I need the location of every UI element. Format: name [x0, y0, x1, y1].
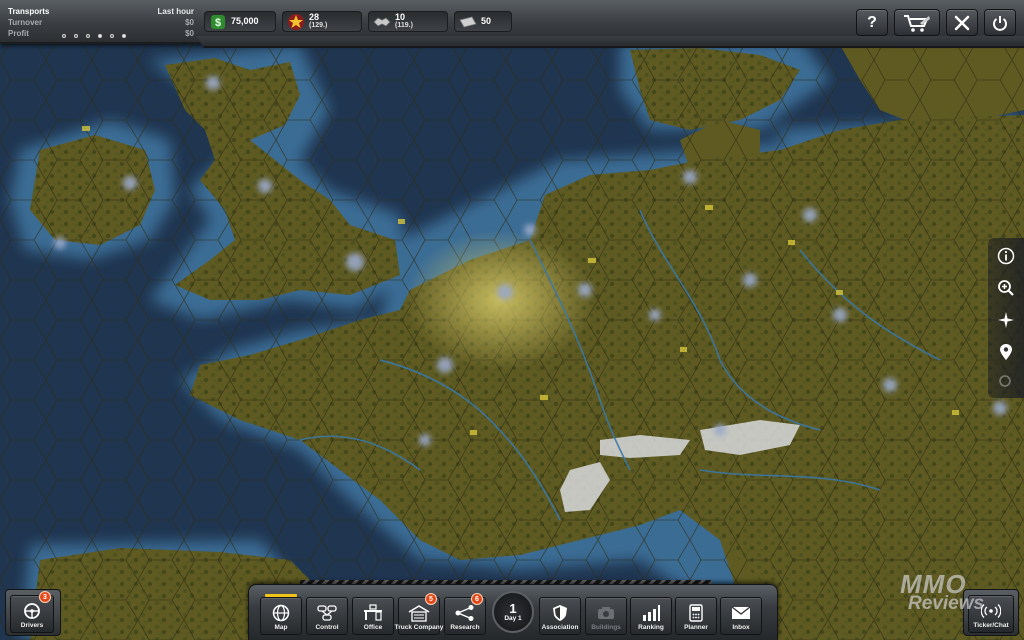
zoom-in-icon [998, 280, 1014, 296]
pager-dot[interactable] [62, 34, 66, 38]
pager-dot[interactable] [74, 34, 78, 38]
steering-wheel-icon [20, 602, 44, 620]
turnover-value: $0 [185, 18, 194, 27]
share-icon [453, 604, 477, 622]
nav-label: Inbox [732, 624, 750, 631]
dollar-icon: $ [209, 13, 227, 31]
nav-label: Association [541, 624, 579, 631]
info-button[interactable] [993, 243, 1019, 269]
reputation-value: 28 [309, 12, 320, 22]
desk-icon [361, 604, 385, 622]
turnover-label: Turnover [8, 18, 43, 27]
nav-office[interactable]: Office [352, 597, 394, 635]
mmo-reviews-watermark: MMO Reviews [900, 569, 1010, 624]
settings-button[interactable] [946, 9, 978, 36]
transports-panel[interactable]: Transports Last hour Turnover $0 Profit … [8, 6, 194, 46]
truck-company-badge: 5 [425, 593, 437, 605]
logout-button[interactable] [984, 9, 1016, 36]
nav-label: Planner [684, 624, 708, 631]
nav-control[interactable]: Control [306, 597, 348, 635]
center-button[interactable] [993, 307, 1019, 333]
map-tools [988, 238, 1024, 398]
drivers-badge: 3 [39, 591, 51, 603]
nav-label: Control [315, 624, 339, 631]
help-button[interactable]: ? [856, 9, 888, 36]
money-value: 75,000 [231, 16, 259, 26]
nav-label: Truck Company [394, 624, 444, 631]
shield-icon [548, 604, 572, 622]
nav-map[interactable]: Map [260, 594, 302, 635]
game-screen: Transports Last hour Turnover $0 Profit … [0, 0, 1024, 640]
handshake-icon [373, 13, 391, 31]
shop-button[interactable] [894, 9, 940, 36]
nav-research[interactable]: 6 Research [444, 593, 486, 635]
question-icon: ? [867, 13, 877, 31]
top-hud-edge [196, 36, 1024, 48]
nav-buildings[interactable]: Buildings [585, 597, 627, 635]
watermark-line2: Reviews [908, 593, 985, 614]
transports-period: Last hour [157, 7, 194, 16]
network-icon [315, 604, 339, 622]
globe-icon [269, 604, 293, 622]
calculator-icon [684, 604, 708, 622]
zoom-button[interactable] [993, 275, 1019, 301]
pager-dot[interactable] [86, 34, 90, 38]
company-rank: (119.) [395, 22, 413, 29]
envelope-icon [729, 604, 753, 622]
nav-label: Map [274, 624, 288, 631]
reputation-stat[interactable]: 28 (129.) [282, 11, 362, 32]
clock-number: 1 [509, 600, 517, 616]
transports-title: Transports [8, 7, 50, 16]
power-icon [993, 15, 1007, 31]
nav-association[interactable]: Association [539, 597, 581, 635]
nav-truck-company[interactable]: 5 Truck Company [395, 593, 443, 635]
watermark-line1: MMO [900, 569, 967, 599]
nav-label: Ranking [638, 624, 664, 631]
pager-dot[interactable] [110, 34, 114, 38]
nav-label: Research [450, 624, 480, 631]
nav-label: Buildings [591, 624, 621, 631]
compass-icon [998, 312, 1014, 328]
tools-icon [954, 15, 970, 30]
pager-dot-active[interactable] [98, 34, 102, 38]
location-button[interactable] [993, 339, 1019, 365]
camera-icon [594, 604, 618, 622]
transports-pager[interactable] [62, 34, 126, 38]
star-icon [287, 13, 305, 31]
drivers-label: Drivers [20, 622, 44, 629]
clock-day: Day 1 [504, 614, 522, 622]
reputation-rank: (129.) [309, 22, 328, 29]
day-clock[interactable]: 1 Day 1 [492, 591, 534, 633]
search-button[interactable] [993, 369, 1019, 395]
profit-value: $0 [185, 29, 194, 38]
search-icon [999, 375, 1011, 387]
info-icon [997, 247, 1015, 265]
svg-text:$: $ [215, 17, 221, 29]
fuel-ticket-icon [459, 13, 477, 31]
company-stat[interactable]: 10 (119.) [368, 11, 448, 32]
bars-icon [639, 604, 663, 622]
fuel-stat[interactable]: 50 [454, 11, 512, 32]
company-value: 10 [395, 12, 406, 22]
europe-map[interactable] [0, 0, 1024, 640]
nav-ranking[interactable]: Ranking [630, 597, 672, 635]
map-pin-icon [1000, 344, 1012, 360]
nav-planner[interactable]: Planner [675, 597, 717, 635]
fuel-value: 50 [481, 16, 492, 26]
nav-inbox[interactable]: Inbox [720, 597, 762, 635]
garage-icon [407, 604, 431, 622]
pager-dot-active[interactable] [122, 34, 126, 38]
transports-header: Transports Last hour [8, 6, 194, 17]
cart-icon [904, 14, 930, 32]
drivers-button[interactable]: 3 Drivers [10, 591, 54, 633]
nav-label: Office [363, 624, 383, 631]
turnover-row: Turnover $0 [8, 17, 194, 28]
money-stat[interactable]: $ 75,000 [204, 11, 276, 32]
research-badge: 6 [471, 593, 483, 605]
profit-label: Profit [8, 29, 29, 38]
